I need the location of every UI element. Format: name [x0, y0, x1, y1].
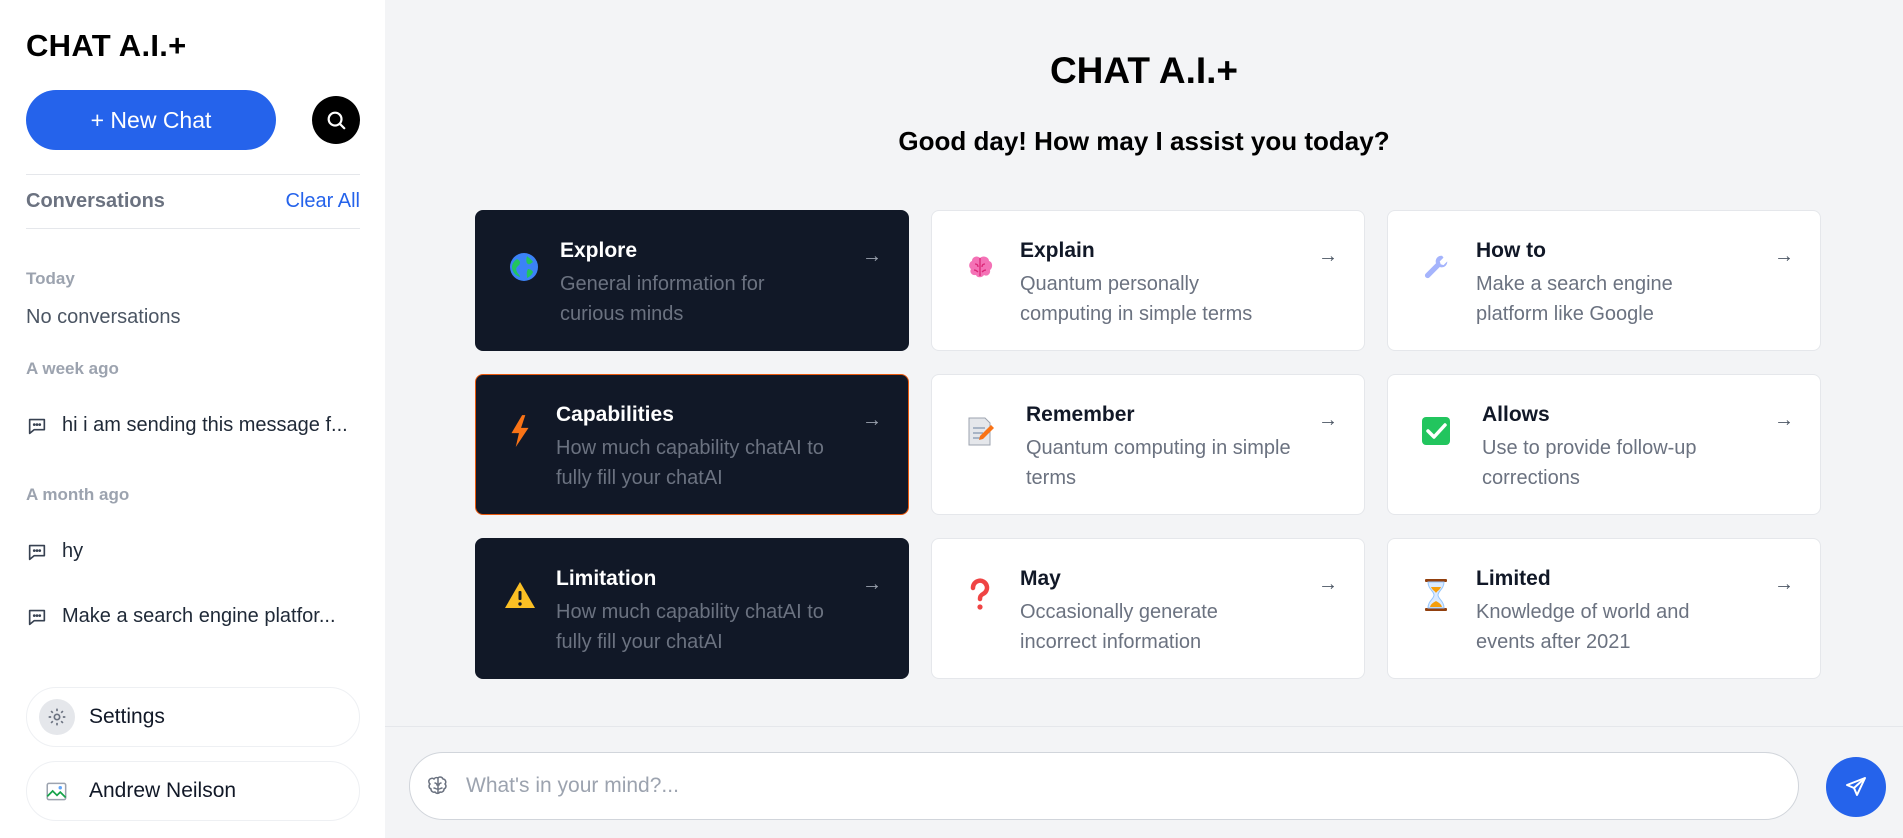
prompt-card-remember[interactable]: Remember Quantum computing in simple ter… [931, 374, 1365, 515]
sidebar: CHAT A.I.+ + New Chat Conversations Clea… [0, 0, 385, 838]
card-title: May [1020, 567, 1061, 590]
card-title: Limitation [556, 567, 657, 590]
card-description: Knowledge of world and events after 2021 [1476, 601, 1690, 653]
arrow-right-icon: → [1318, 245, 1338, 267]
card-description: General information for curious minds [560, 273, 765, 325]
main-panel: CHAT A.I.+ Good day! How may I assist yo… [385, 0, 1903, 838]
card-description: Use to provide follow-up corrections [1482, 437, 1697, 489]
arrow-right-icon: → [862, 409, 882, 431]
card-title: How to [1476, 239, 1546, 262]
chat-bubble-icon [28, 609, 46, 625]
wrench-icon [1418, 249, 1454, 285]
group-label-week: A week ago [26, 359, 119, 378]
prompt-card-explore[interactable]: Explore General information for curious … [475, 210, 909, 351]
search-button[interactable] [312, 96, 360, 144]
sidebar-brand: CHAT A.I.+ [26, 28, 187, 63]
card-title: Allows [1482, 403, 1550, 426]
user-profile-button[interactable]: Andrew Neilson [26, 761, 360, 821]
chat-bubble-icon [28, 418, 46, 434]
brain-outline-icon [428, 776, 447, 795]
greeting-text: Good day! How may I assist you today? [898, 126, 1390, 156]
warning-icon [502, 577, 538, 613]
no-conversations-note: No conversations [26, 306, 181, 328]
arrow-right-icon: → [1774, 245, 1794, 267]
clear-all-link[interactable]: Clear All [286, 190, 360, 213]
prompt-card-explain[interactable]: Explain Quantum personally computing in … [931, 210, 1365, 351]
send-button[interactable] [1826, 757, 1886, 817]
conversation-item-label: Make a search engine platfor... [62, 605, 336, 627]
arrow-right-icon: → [862, 573, 882, 595]
arrow-right-icon: → [862, 245, 882, 267]
conversation-item-label: hy [62, 540, 84, 562]
send-icon [1846, 777, 1866, 796]
card-description: Make a search engine platform like Googl… [1476, 273, 1673, 325]
page-title: CHAT A.I.+ [1049, 50, 1239, 91]
card-title: Remember [1026, 403, 1135, 426]
card-description: Quantum computing in simple terms [1026, 437, 1291, 489]
gear-icon [39, 699, 75, 735]
settings-label: Settings [89, 705, 165, 728]
settings-button[interactable]: Settings [26, 687, 360, 747]
new-chat-button[interactable]: + New Chat [26, 90, 276, 150]
brain-icon [962, 249, 998, 285]
prompt-card-limitation[interactable]: Limitation How much capability chatAI to… [475, 538, 909, 679]
composer [385, 726, 1903, 838]
hourglass-icon [1418, 577, 1454, 613]
lightning-icon [502, 413, 538, 449]
conversation-item[interactable]: hi i am sending this message f... [26, 414, 360, 437]
memo-icon [962, 413, 998, 449]
conversations-title: Conversations [26, 190, 165, 212]
card-title: Explain [1020, 239, 1095, 262]
prompt-card-limited[interactable]: Limited Knowledge of world and events af… [1387, 538, 1821, 679]
user-name: Andrew Neilson [89, 779, 237, 802]
conversation-item-label: hi i am sending this message f... [62, 414, 348, 436]
prompt-card-allows[interactable]: Allows Use to provide follow-up correcti… [1387, 374, 1821, 515]
card-description: Occasionally generate incorrect informat… [1020, 601, 1218, 653]
avatar [39, 773, 75, 809]
card-description: How much capability chatAI to fully fill… [556, 601, 824, 653]
group-label-today: Today [26, 269, 75, 288]
prompt-card-capabilities[interactable]: Capabilities How much capability chatAI … [475, 374, 909, 515]
group-label-month: A month ago [26, 485, 130, 504]
conversations-header: Conversations Clear All [26, 174, 360, 229]
globe-icon [506, 249, 542, 285]
chat-bubble-icon [28, 544, 46, 560]
message-input[interactable] [466, 774, 1798, 798]
arrow-right-icon: → [1774, 409, 1794, 431]
search-icon [327, 111, 346, 130]
card-title: Capabilities [556, 403, 674, 426]
question-icon [962, 577, 998, 613]
card-title: Limited [1476, 567, 1551, 590]
conversation-item[interactable]: hy [26, 540, 360, 563]
prompt-card-may[interactable]: May Occasionally generate incorrect info… [931, 538, 1365, 679]
checkmark-icon [1418, 413, 1454, 449]
arrow-right-icon: → [1774, 573, 1794, 595]
card-description: How much capability chatAI to fully fill… [556, 437, 824, 489]
conversation-item[interactable]: Make a search engine platfor... [26, 605, 360, 628]
message-input-container [409, 752, 1799, 820]
arrow-right-icon: → [1318, 573, 1338, 595]
prompt-card-how-to[interactable]: How to Make a search engine platform lik… [1387, 210, 1821, 351]
arrow-right-icon: → [1318, 409, 1338, 431]
card-title: Explore [560, 239, 638, 262]
card-description: Quantum personally computing in simple t… [1020, 273, 1253, 325]
